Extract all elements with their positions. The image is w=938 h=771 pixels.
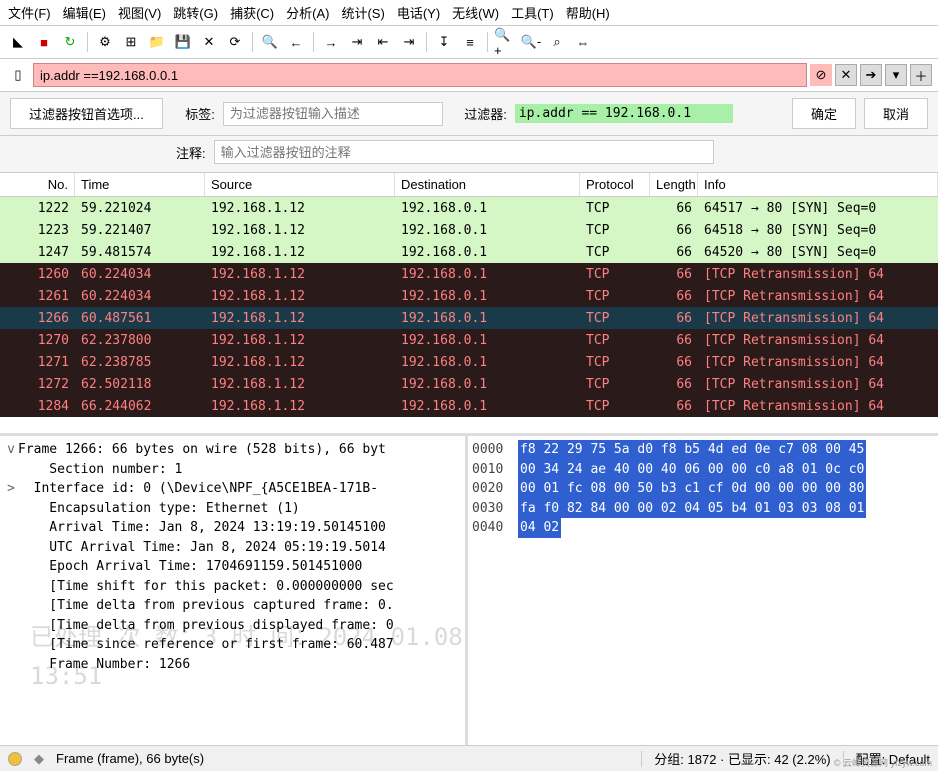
close-icon[interactable]: ✕ [197, 30, 221, 54]
filter-comment-row: 注释: [0, 136, 938, 173]
resize-columns-icon[interactable]: ⇔ [571, 30, 595, 54]
close-filter-button[interactable]: ✕ [835, 64, 857, 86]
filter-value-display[interactable]: ip.addr == 192.168.0.1 [515, 104, 733, 123]
bookmark-icon[interactable]: ▯ [6, 63, 30, 87]
label-label: 标签: [171, 104, 215, 123]
packet-row[interactable]: 122359.221407192.168.1.12192.168.0.1TCP6… [0, 219, 938, 241]
folder-open-icon[interactable]: 📁 [145, 30, 169, 54]
detail-line[interactable]: Encapsulation type: Ethernet (1) [4, 499, 461, 519]
status-frame-info: Frame (frame), 66 byte(s) [56, 751, 204, 766]
col-time[interactable]: Time [75, 173, 205, 196]
hex-row[interactable]: 0030fa f0 82 84 00 00 02 04 05 b4 01 03 … [472, 499, 934, 519]
colorize-icon[interactable]: ≡ [458, 30, 482, 54]
zoom-reset-icon[interactable]: ⌕ [545, 30, 569, 54]
search-icon[interactable]: 🔍 [258, 30, 282, 54]
packet-row[interactable]: 127162.238785192.168.1.12192.168.0.1TCP6… [0, 351, 938, 373]
menu-item[interactable]: 编辑(E) [63, 3, 106, 22]
col-source[interactable]: Source [205, 173, 395, 196]
statusbar: ◆ Frame (frame), 66 byte(s) 分组: 1872 · 已… [0, 745, 938, 771]
menu-item[interactable]: 工具(T) [511, 3, 554, 22]
detail-line[interactable]: Frame Number: 1266 [4, 655, 461, 675]
cancel-button[interactable]: 取消 [864, 98, 928, 129]
packet-detail-pane[interactable]: 已处理 次 数：3 时 间：2024.01.08 13:51 vFrame 12… [0, 436, 465, 745]
clear-filter-icon[interactable]: ⊘ [810, 64, 832, 86]
packet-list-pane: No. Time Source Destination Protocol Len… [0, 173, 938, 433]
detail-line[interactable]: Section number: 1 [4, 460, 461, 480]
packet-list-header[interactable]: No. Time Source Destination Protocol Len… [0, 173, 938, 197]
comment-label: 注释: [176, 143, 206, 162]
label-input[interactable] [223, 102, 443, 126]
detail-line[interactable]: vFrame 1266: 66 bytes on wire (528 bits)… [4, 440, 461, 460]
shark-fin-icon[interactable]: ◣ [6, 30, 30, 54]
status-packet-count: 分组: 1872 · 已显示: 42 (2.2%) [654, 749, 830, 768]
add-filter-button[interactable]: ＋ [910, 64, 932, 86]
arrow-left-icon[interactable]: ← [284, 30, 308, 54]
hex-row[interactable]: 002000 01 fc 08 00 50 b3 c1 cf 0d 00 00 … [472, 479, 934, 499]
expert-info-icon[interactable]: ◆ [34, 751, 44, 767]
capture-status-led-icon [8, 752, 22, 766]
stop-icon[interactable]: ■ [32, 30, 56, 54]
menu-item[interactable]: 电话(Y) [397, 3, 440, 22]
filter-button-config-row: 过滤器按钮首选项... 标签: 过滤器: ip.addr == 192.168.… [0, 92, 938, 136]
zoom-in-icon[interactable]: 🔍+ [493, 30, 517, 54]
detail-line[interactable]: Arrival Time: Jan 8, 2024 13:19:19.50145… [4, 518, 461, 538]
col-length[interactable]: Length [650, 173, 698, 196]
detail-line[interactable]: > Interface id: 0 (\Device\NPF_{A5CE1BEA… [4, 479, 461, 499]
detail-line[interactable]: UTC Arrival Time: Jan 8, 2024 05:19:19.5… [4, 538, 461, 558]
menu-item[interactable]: 统计(S) [341, 3, 384, 22]
hex-dump-pane[interactable]: 0000f8 22 29 75 5a d0 f8 b5 4d ed 0e c7 … [468, 436, 938, 745]
packet-row[interactable]: 126060.224034192.168.1.12192.168.0.1TCP6… [0, 263, 938, 285]
packet-row[interactable]: 128466.244062192.168.1.12192.168.0.1TCP6… [0, 395, 938, 417]
menu-item[interactable]: 无线(W) [452, 3, 499, 22]
packet-row[interactable]: 127262.502118192.168.1.12192.168.0.1TCP6… [0, 373, 938, 395]
detail-line[interactable]: [Time shift for this packet: 0.000000000… [4, 577, 461, 597]
detail-line[interactable]: Epoch Arrival Time: 1704691159.501451000 [4, 557, 461, 577]
packet-row[interactable]: 124759.481574192.168.1.12192.168.0.1TCP6… [0, 241, 938, 263]
menu-item[interactable]: 文件(F) [8, 3, 51, 22]
menu-item[interactable]: 跳转(G) [173, 3, 218, 22]
menu-item[interactable]: 分析(A) [286, 3, 329, 22]
options-icon[interactable]: ⊞ [119, 30, 143, 54]
hex-row[interactable]: 0000f8 22 29 75 5a d0 f8 b5 4d ed 0e c7 … [472, 440, 934, 460]
menu-item[interactable]: 视图(V) [118, 3, 161, 22]
arrow-right-icon[interactable]: → [319, 30, 343, 54]
packet-row[interactable]: 126160.224034192.168.1.12192.168.0.1TCP6… [0, 285, 938, 307]
reload-icon[interactable]: ⟳ [223, 30, 247, 54]
packet-row[interactable]: 122259.221024192.168.1.12192.168.0.1TCP6… [0, 197, 938, 219]
col-destination[interactable]: Destination [395, 173, 580, 196]
comment-input[interactable] [214, 140, 714, 164]
filter-label: 过滤器: [451, 104, 507, 123]
goto-first-icon[interactable]: ⇤ [371, 30, 395, 54]
menu-item[interactable]: 帮助(H) [566, 3, 610, 22]
packet-list-body[interactable]: 小黄鸭 XIAOHUANGYA 122259.221024192.168.1.1… [0, 197, 938, 433]
col-info[interactable]: Info [698, 173, 938, 196]
filter-prefs-button[interactable]: 过滤器按钮首选项... [10, 98, 163, 129]
display-filter-bar: ▯ ⊘ ✕ ➔ ▾ ＋ [0, 59, 938, 92]
display-filter-input[interactable] [33, 63, 807, 87]
detail-line[interactable]: [Time delta from previous captured frame… [4, 596, 461, 616]
zoom-out-icon[interactable]: 🔍- [519, 30, 543, 54]
bottom-panes: 已处理 次 数：3 时 间：2024.01.08 13:51 vFrame 12… [0, 436, 938, 745]
goto-last-icon[interactable]: ⇥ [397, 30, 421, 54]
hex-row[interactable]: 001000 34 24 ae 40 00 40 06 00 00 c0 a8 … [472, 460, 934, 480]
apply-filter-button[interactable]: ➔ [860, 64, 882, 86]
col-no[interactable]: No. [0, 173, 75, 196]
packet-row[interactable]: 127062.237800192.168.1.12192.168.0.1TCP6… [0, 329, 938, 351]
ok-button[interactable]: 确定 [792, 98, 856, 129]
packet-row[interactable]: 126660.487561192.168.1.12192.168.0.1TCP6… [0, 307, 938, 329]
hex-row[interactable]: 004004 02 [472, 518, 934, 538]
filter-dropdown-icon[interactable]: ▾ [885, 64, 907, 86]
main-toolbar: ◣■↻⚙⊞📁💾✕⟳🔍←→⇥⇤⇥↧≡🔍+🔍-⌕⇔ [0, 26, 938, 59]
restart-icon[interactable]: ↻ [58, 30, 82, 54]
jump-icon[interactable]: ⇥ [345, 30, 369, 54]
detail-line[interactable]: [Time delta from previous displayed fram… [4, 616, 461, 636]
menubar: 文件(F) 编辑(E) 视图(V) 跳转(G) 捕获(C) 分析(A) 统计(S) 电话(Y)… [0, 0, 938, 26]
save-icon[interactable]: 💾 [171, 30, 195, 54]
auto-scroll-icon[interactable]: ↧ [432, 30, 456, 54]
gear-icon[interactable]: ⚙ [93, 30, 117, 54]
watermark-source: © 云峰资源网 yfzyw.com [834, 756, 932, 769]
menu-item[interactable]: 捕获(C) [230, 3, 274, 22]
detail-line[interactable]: [Time since reference or first frame: 60… [4, 635, 461, 655]
col-protocol[interactable]: Protocol [580, 173, 650, 196]
